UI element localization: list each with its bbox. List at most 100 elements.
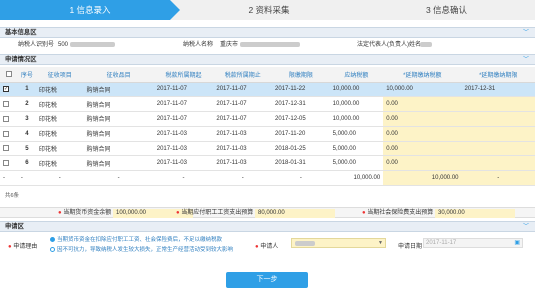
basic-info-header[interactable]: 基本信息区 ﹀ (0, 27, 535, 38)
date-input[interactable]: 2017-11-17 ▣ (423, 238, 523, 248)
column-header: 税款所属期起 (153, 67, 214, 83)
table-cell-deadline: 2017-11-20 (272, 126, 330, 142)
table-cell-end: 2017-11-07 (213, 111, 273, 127)
radio-icon[interactable] (50, 237, 55, 243)
step-label: 1 信息录入 (69, 5, 111, 15)
table-cell-start: 2017-11-03 (153, 155, 214, 172)
tax-table: 序号 征收项目 征收品目 税款所属期起 税款所属期止 限缴期限 应纳税额 *延期… (0, 67, 535, 187)
totals-bar: ● 当期货币资金余额 100,000.00 ● 当期应付职工工资支出预算 80,… (0, 207, 535, 218)
applicant-header[interactable]: 申请区 ﹀ (0, 221, 535, 232)
social-budget: ● 当期社会保险费支出预算 30,000.00 (362, 208, 515, 219)
table-row[interactable]: 3 印花税 购销合同 2017-11-07 2017-11-07 2017-12-05 10… (0, 111, 535, 127)
row-checkbox[interactable] (3, 100, 9, 107)
step-label: 3 信息确认 (425, 5, 468, 15)
row-checkbox[interactable] (3, 130, 9, 137)
date-value: 2017-11-17 (426, 240, 457, 246)
table-cell-defer_date[interactable] (461, 141, 535, 157)
table-cell-due: 5,000.00 (329, 155, 384, 172)
row-select-cell (0, 141, 18, 157)
table-cell-no: 3 (17, 111, 36, 127)
taxpayer-id-value: 500 (58, 40, 115, 51)
row-checkbox[interactable] (3, 160, 9, 167)
table-cell-defer_date[interactable] (461, 155, 535, 172)
table-cell-defer[interactable]: 0.00 (383, 141, 462, 157)
table-header-row: 序号 征收项目 征收品目 税款所属期起 税款所属期止 限缴期限 应纳税额 *延期… (0, 67, 535, 83)
taxpayer-id-label: 纳税人识别号 (18, 42, 55, 48)
chevron-down-icon[interactable]: ﹀ (523, 222, 529, 232)
wizard-steps: 1 信息录入 2 资料采集 3 信息确认 (0, 0, 535, 20)
row-checkbox[interactable] (3, 115, 9, 122)
required-star-icon: ● (362, 210, 366, 216)
table-cell-defer_date[interactable]: 2017-12-31 (461, 82, 535, 98)
table-cell-defer_date[interactable] (461, 126, 535, 142)
step-label: 2 资料采集 (248, 5, 290, 15)
reason-option-2[interactable]: 因不可抗力，导致纳税人发生较大损失，正常生产经营活动受到较大影响 (50, 245, 233, 253)
applicant-area: ● 申请理由 当期货币资金在扣除应付职工工资、社会保险费后，不足以缴纳税款 因不… (0, 232, 535, 258)
table-row[interactable]: 4 印花税 购销合同 2017-11-03 2017-11-03 2017-11-20 5,… (0, 126, 535, 142)
table-cell-end: 2017-11-07 (213, 96, 273, 113)
table-cell-no: 5 (17, 141, 36, 157)
table-cell-start: 2017-11-03 (153, 141, 214, 157)
table-cell-sub: 购销合同 (83, 141, 154, 157)
basic-info-row: 纳税人识别号 500 纳税人名称 重庆市 法定代表人(负责人)姓名 (0, 40, 535, 51)
required-star-icon: ● (255, 244, 259, 250)
table-cell-defer[interactable]: 0.00 (383, 126, 462, 142)
table-cell-defer[interactable]: 0.00 (383, 96, 462, 113)
column-header: 限缴期限 (272, 67, 330, 83)
select-all-checkbox[interactable] (0, 67, 18, 83)
step-material-collection[interactable]: 2 资料采集 (180, 0, 358, 20)
reason-option-1[interactable]: 当期货币资金在扣除应付职工工资、社会保险费后，不足以缴纳税款 (50, 235, 222, 243)
chevron-down-icon[interactable]: ﹀ (523, 55, 529, 65)
summary-defer: 10,000.00 (383, 170, 462, 187)
radio-icon[interactable] (50, 247, 55, 253)
summary-dash: - (213, 170, 273, 187)
step-info-confirm[interactable]: 3 信息确认 (358, 0, 535, 20)
step-info-entry[interactable]: 1 信息录入 (0, 0, 180, 20)
table-cell-no: 2 (17, 96, 36, 113)
column-header: 序号 (17, 67, 36, 83)
required-star-icon: ● (176, 210, 180, 216)
row-select-cell (0, 155, 18, 172)
table-row[interactable]: 5 印花税 购销合同 2017-11-03 2017-11-03 2018-01-25 5,… (0, 141, 535, 157)
dropdown-arrow-icon[interactable]: ▼ (378, 240, 383, 246)
summary-defer-date: - (461, 170, 535, 187)
row-select-cell (0, 96, 18, 113)
table-row[interactable]: 6 印花税 购销合同 2017-11-03 2017-11-03 2018-01-31 5,… (0, 155, 535, 172)
chevron-down-icon[interactable]: ﹀ (523, 28, 529, 38)
legal-rep-value (420, 40, 432, 51)
table-cell-start: 2017-11-03 (153, 126, 214, 142)
social-input[interactable]: 30,000.00 (434, 209, 515, 218)
wage-budget: ● 当期应付职工工资支出预算 80,000.00 (176, 208, 335, 219)
table-row[interactable]: 2 印花税 购销合同 2017-11-07 2017-11-07 2017-12-31 10… (0, 96, 535, 113)
table-cell-defer_date[interactable] (461, 96, 535, 113)
table-cell-sub: 购销合同 (83, 96, 154, 113)
row-select-cell (0, 126, 18, 142)
record-count: 共6条 (5, 193, 20, 199)
applicant-select[interactable]: ▼ (291, 238, 386, 248)
summary-dash: - (0, 170, 18, 187)
row-checkbox[interactable] (3, 145, 9, 152)
table-cell-end: 2017-11-03 (213, 141, 273, 157)
table-cell-defer[interactable]: 0.00 (383, 111, 462, 127)
table-cell-defer[interactable]: 0.00 (383, 155, 462, 172)
row-checkbox[interactable]: ✓ (3, 86, 9, 93)
taxpayer-name-label: 纳税人名称 (183, 42, 214, 48)
table-cell-defer_date[interactable] (461, 111, 535, 127)
table-cell-defer[interactable]: 10,000.00 (383, 82, 462, 98)
summary-dash: - (17, 170, 36, 187)
table-cell-start: 2017-11-07 (153, 111, 214, 127)
table-cell-sub: 购销合同 (83, 111, 154, 127)
next-button[interactable]: 下一步 (226, 272, 308, 288)
table-cell-sub: 购销合同 (83, 82, 154, 98)
calendar-icon[interactable]: ▣ (514, 239, 520, 247)
table-row[interactable]: ✓ 1 印花税 购销合同 2017-11-07 2017-11-07 2017-11-22 1… (0, 82, 535, 98)
section-title: 申请区 (5, 223, 24, 230)
table-cell-item: 印花税 (35, 155, 84, 172)
table-cell-item: 印花税 (35, 111, 84, 127)
apply-info-header[interactable]: 申请情况区 ﹀ (0, 54, 535, 65)
row-select-cell: ✓ (0, 82, 18, 98)
wage-input[interactable]: 80,000.00 (254, 209, 335, 218)
cash-balance: ● 当期货币资金余额 100,000.00 (58, 208, 193, 219)
table-cell-end: 2017-11-03 (213, 155, 273, 172)
summary-dash: - (153, 170, 214, 187)
